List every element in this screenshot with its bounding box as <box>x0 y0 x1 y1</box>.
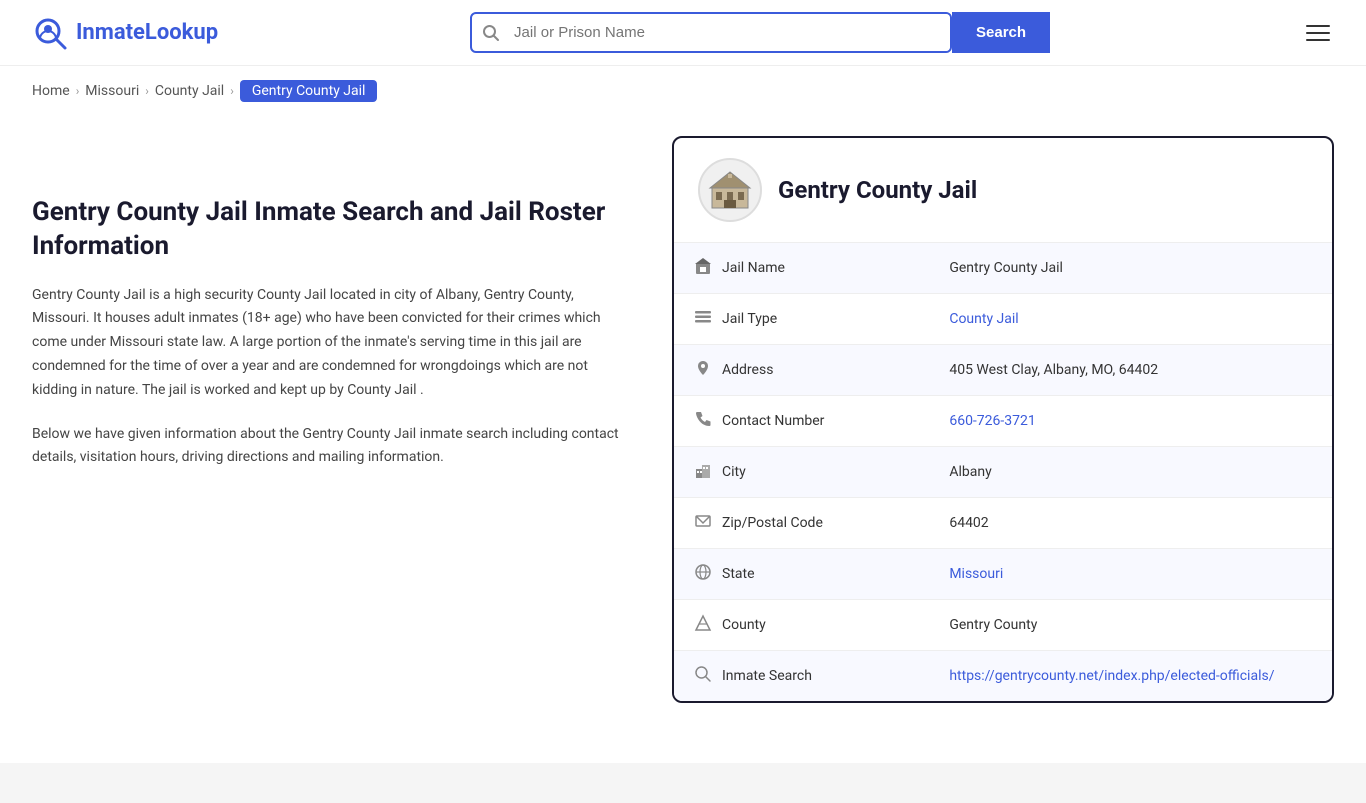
field-value-link[interactable]: https://gentrycounty.net/index.php/elect… <box>949 668 1274 684</box>
value-cell: 660-726-3721 <box>939 396 1332 447</box>
chevron-icon-2: › <box>145 84 149 98</box>
table-row: Inmate Search https://gentrycounty.net/i… <box>674 651 1332 702</box>
globe-icon <box>694 563 712 585</box>
search-icon <box>694 665 712 687</box>
value-cell: https://gentrycounty.net/index.php/elect… <box>939 651 1332 702</box>
label-cell: Contact Number <box>674 396 939 447</box>
field-label: Jail Name <box>722 260 785 276</box>
jail-avatar <box>698 158 762 222</box>
table-row: Address 405 West Clay, Albany, MO, 64402 <box>674 345 1332 396</box>
breadcrumb-type[interactable]: County Jail <box>155 83 224 99</box>
page-title: Gentry County Jail Inmate Search and Jai… <box>32 196 632 264</box>
table-row: County Gentry County <box>674 600 1332 651</box>
field-label: City <box>722 464 746 480</box>
chevron-icon-3: › <box>230 84 234 98</box>
breadcrumb: Home › Missouri › County Jail › Gentry C… <box>0 66 1366 116</box>
table-row: Jail Name Gentry County Jail <box>674 243 1332 294</box>
site-header: InmateLookup Search <box>0 0 1366 66</box>
field-label: State <box>722 566 755 582</box>
hamburger-line-2 <box>1306 32 1330 34</box>
value-cell: County Jail <box>939 294 1332 345</box>
breadcrumb-home[interactable]: Home <box>32 83 70 99</box>
field-label: Jail Type <box>722 311 777 327</box>
table-row: Zip/Postal Code 64402 <box>674 498 1332 549</box>
value-cell: 405 West Clay, Albany, MO, 64402 <box>939 345 1332 396</box>
field-label: County <box>722 617 766 633</box>
field-value-link[interactable]: Missouri <box>949 566 1003 582</box>
info-card: Gentry County Jail Jail Name Gentry Coun… <box>672 136 1334 703</box>
field-label: Inmate Search <box>722 668 812 684</box>
field-label: Zip/Postal Code <box>722 515 823 531</box>
label-cell: Jail Name <box>674 243 939 294</box>
value-cell: 64402 <box>939 498 1332 549</box>
hamburger-line-1 <box>1306 25 1330 27</box>
courthouse-icon <box>706 166 754 214</box>
card-title: Gentry County Jail <box>778 176 977 204</box>
label-cell: County <box>674 600 939 651</box>
table-row: Jail Type County Jail <box>674 294 1332 345</box>
card-header: Gentry County Jail <box>674 138 1332 243</box>
table-row: Contact Number 660-726-3721 <box>674 396 1332 447</box>
field-value-link[interactable]: 660-726-3721 <box>949 413 1035 429</box>
page-description-1: Gentry County Jail is a high security Co… <box>32 284 632 403</box>
main-content: Gentry County Jail Inmate Search and Jai… <box>0 116 1366 743</box>
left-column: Gentry County Jail Inmate Search and Jai… <box>32 136 672 703</box>
value-cell: Albany <box>939 447 1332 498</box>
breadcrumb-current: Gentry County Jail <box>240 80 378 102</box>
logo-link[interactable]: InmateLookup <box>32 15 218 51</box>
search-icon-wrap <box>472 16 510 50</box>
value-cell: Missouri <box>939 549 1332 600</box>
right-column: Gentry County Jail Jail Name Gentry Coun… <box>672 136 1334 703</box>
phone-icon <box>694 410 712 432</box>
search-area: Search <box>470 12 1050 53</box>
mail-icon <box>694 512 712 534</box>
label-cell: Address <box>674 345 939 396</box>
label-cell: Inmate Search <box>674 651 939 702</box>
footer-bar <box>0 763 1366 803</box>
label-cell: Zip/Postal Code <box>674 498 939 549</box>
table-row: State Missouri <box>674 549 1332 600</box>
logo-icon <box>32 15 68 51</box>
label-cell: Jail Type <box>674 294 939 345</box>
breadcrumb-state[interactable]: Missouri <box>85 83 139 99</box>
field-value-link[interactable]: County Jail <box>949 311 1018 327</box>
label-cell: State <box>674 549 939 600</box>
page-description-2: Below we have given information about th… <box>32 423 632 471</box>
building-icon <box>694 257 712 279</box>
logo-text: InmateLookup <box>76 20 218 45</box>
info-table: Jail Name Gentry County Jail Jail Type C… <box>674 243 1332 701</box>
city-icon <box>694 461 712 483</box>
hamburger-menu[interactable] <box>1302 21 1334 45</box>
search-icon <box>482 24 500 42</box>
chevron-icon-1: › <box>76 84 80 98</box>
field-label: Contact Number <box>722 413 824 429</box>
label-cell: City <box>674 447 939 498</box>
table-row: City Albany <box>674 447 1332 498</box>
list-icon <box>694 308 712 330</box>
search-input[interactable] <box>510 14 950 51</box>
value-cell: Gentry County <box>939 600 1332 651</box>
value-cell: Gentry County Jail <box>939 243 1332 294</box>
search-wrapper <box>470 12 952 53</box>
county-icon <box>694 614 712 636</box>
location-icon <box>694 359 712 381</box>
field-label: Address <box>722 362 773 378</box>
search-button[interactable]: Search <box>952 12 1050 53</box>
hamburger-line-3 <box>1306 39 1330 41</box>
